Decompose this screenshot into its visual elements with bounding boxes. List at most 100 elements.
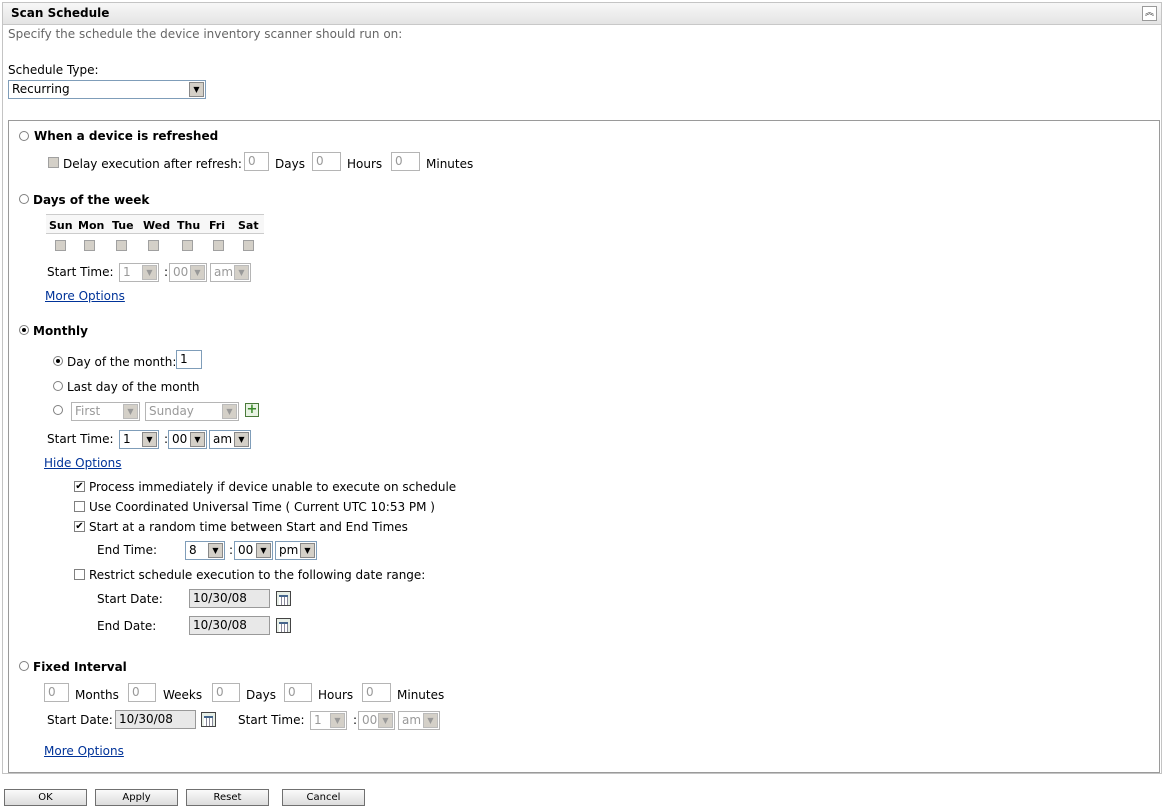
day-of-month-input[interactable]: 1	[176, 350, 202, 369]
ordinal-value: First	[75, 404, 101, 418]
weekday-checkbox-thu[interactable]	[182, 240, 193, 251]
fixed-ampm-select[interactable]: am ▼	[398, 711, 440, 730]
weekday-minute-select[interactable]: 00 ▼	[169, 263, 207, 282]
ok-button[interactable]: OK	[4, 789, 87, 806]
calendar-icon[interactable]	[201, 712, 216, 727]
end-minute-value: 00	[238, 543, 254, 557]
delay-minutes-unit: Minutes	[426, 157, 474, 171]
interval-weeks-unit: Weeks	[163, 688, 203, 702]
weekday-hour-select[interactable]: 1 ▼	[119, 263, 159, 282]
fixed-start-date-input[interactable]: 10/30/08	[115, 710, 196, 729]
fixed-start-date-label: Start Date:	[47, 713, 113, 727]
range-end-date-input[interactable]: 10/30/08	[189, 616, 270, 635]
range-start-date-input[interactable]: 10/30/08	[189, 589, 270, 608]
weekday-checkbox-fri[interactable]	[213, 240, 224, 251]
cancel-button[interactable]: Cancel	[282, 789, 365, 806]
hide-options-link[interactable]: Hide Options	[44, 456, 121, 470]
weekday-mon: Mon	[78, 219, 105, 232]
restrict-date-range-checkbox[interactable]	[74, 569, 85, 580]
end-time-label: End Time:	[97, 543, 158, 557]
fixed-ampm-value: am	[402, 713, 422, 727]
weekday-name-select[interactable]: Sunday ▼	[145, 402, 239, 421]
radio-fixed-interval[interactable]	[19, 661, 29, 671]
monthly-start-time-label: Start Time:	[47, 432, 114, 446]
delay-execution-checkbox[interactable]	[48, 157, 59, 168]
chevron-down-icon: ▼	[142, 432, 157, 447]
end-minute-select[interactable]: 00 ▼	[234, 541, 273, 560]
radio-monthly[interactable]	[19, 325, 29, 335]
chevron-down-icon: ▼	[330, 713, 345, 728]
delay-minutes-input[interactable]: 0	[391, 152, 420, 171]
weekday-header: Sun Mon Tue Wed Thu Fri Sat	[46, 214, 264, 234]
weekday-checkbox-mon[interactable]	[84, 240, 95, 251]
time-colon: :	[353, 713, 358, 727]
collapse-icon[interactable]: ︽	[1142, 6, 1157, 21]
weekday-more-options-link[interactable]: More Options	[45, 289, 125, 303]
fixed-more-options-link[interactable]: More Options	[44, 744, 124, 758]
weekday-thu: Thu	[177, 219, 201, 232]
radio-device-refreshed[interactable]	[19, 131, 29, 141]
weekday-checkbox-wed[interactable]	[148, 240, 159, 251]
weekday-checkbox-tue[interactable]	[116, 240, 127, 251]
end-ampm-select[interactable]: pm ▼	[275, 541, 317, 560]
interval-months-input[interactable]: 0	[44, 683, 69, 702]
day-of-month-label: Day of the month:	[67, 355, 177, 369]
monthly-minute-select[interactable]: 00 ▼	[168, 430, 207, 449]
fixed-minute-select[interactable]: 00 ▼	[358, 711, 395, 730]
reset-button[interactable]: Reset	[186, 789, 269, 806]
interval-days-unit: Days	[246, 688, 276, 702]
monthly-ampm-select[interactable]: am ▼	[209, 430, 251, 449]
monthly-hour-select[interactable]: 1 ▼	[119, 430, 159, 449]
monthly-label: Monthly	[33, 324, 88, 338]
delay-hours-input[interactable]: 0	[312, 152, 341, 171]
schedule-type-select[interactable]: Recurring ▼	[8, 80, 206, 99]
apply-button[interactable]: Apply	[95, 789, 178, 806]
chevron-down-icon: ▼	[123, 404, 138, 419]
weekday-tue: Tue	[112, 219, 134, 232]
chevron-down-icon: ▼	[190, 265, 205, 280]
chevron-down-icon: ▼	[208, 543, 223, 558]
range-end-date-label: End Date:	[97, 619, 157, 633]
delay-days-unit: Days	[275, 157, 305, 171]
interval-hours-input[interactable]: 0	[284, 683, 312, 702]
weekday-start-time-label: Start Time:	[47, 265, 114, 279]
end-ampm-value: pm	[279, 543, 299, 557]
weekday-fri: Fri	[209, 219, 226, 232]
fixed-minute-value: 00	[362, 713, 378, 727]
radio-days-of-week[interactable]	[19, 194, 29, 204]
interval-minutes-unit: Minutes	[397, 688, 445, 702]
weekday-ampm-value: am	[214, 265, 234, 279]
fixed-hour-select[interactable]: 1 ▼	[310, 711, 347, 730]
weekday-minute-value: 00	[173, 265, 189, 279]
random-time-label: Start at a random time between Start and…	[89, 520, 408, 534]
interval-minutes-input[interactable]: 0	[362, 683, 391, 702]
time-colon: :	[229, 543, 234, 557]
chevron-down-icon: ▼	[189, 82, 204, 97]
calendar-icon[interactable]	[276, 618, 291, 633]
use-utc-checkbox[interactable]	[74, 501, 85, 512]
schedule-type-label: Schedule Type:	[8, 63, 99, 77]
delay-days-input[interactable]: 0	[244, 152, 269, 171]
radio-last-day-of-month[interactable]	[53, 381, 63, 391]
interval-days-input[interactable]: 0	[212, 683, 240, 702]
chevron-down-icon: ▼	[423, 713, 438, 728]
fixed-hour-value: 1	[314, 713, 322, 727]
ordinal-select[interactable]: First ▼	[71, 402, 140, 421]
random-time-checkbox[interactable]	[74, 521, 85, 532]
calendar-icon[interactable]	[276, 591, 291, 606]
add-icon[interactable]: +	[245, 403, 259, 417]
weekday-checkbox-sat[interactable]	[243, 240, 254, 251]
panel-description: Specify the schedule the device inventor…	[8, 27, 403, 41]
interval-weeks-input[interactable]: 0	[128, 683, 156, 702]
fixed-interval-label: Fixed Interval	[33, 660, 127, 674]
radio-weekday-of-month[interactable]	[53, 405, 63, 415]
weekday-hour-value: 1	[123, 265, 131, 279]
range-start-date-label: Start Date:	[97, 592, 163, 606]
radio-day-of-month[interactable]	[53, 356, 63, 366]
end-hour-select[interactable]: 8 ▼	[185, 541, 225, 560]
monthly-minute-value: 00	[172, 432, 188, 446]
process-immediately-checkbox[interactable]	[74, 481, 85, 492]
weekday-ampm-select[interactable]: am ▼	[210, 263, 251, 282]
monthly-hour-value: 1	[123, 432, 131, 446]
weekday-checkbox-sun[interactable]	[55, 240, 66, 251]
